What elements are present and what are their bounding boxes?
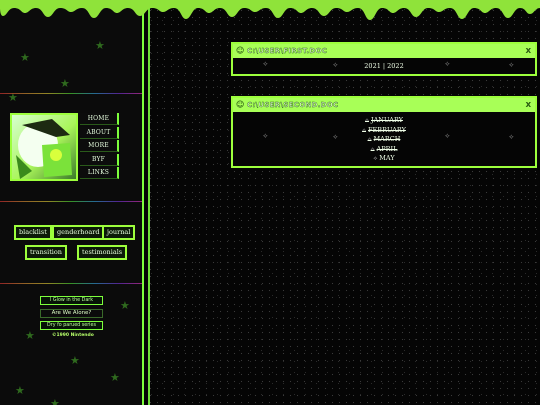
star-decoration: ★ <box>20 51 30 64</box>
star-decoration: ★ <box>25 329 35 342</box>
window-titlebar: ☺ C:\USER\FIRST.DOC X <box>233 44 535 58</box>
transition-button[interactable]: transition <box>25 245 67 260</box>
month-link[interactable]: ⟡ JANUARY <box>233 116 535 126</box>
main-nav: HOME ABOUT MORE BYF LINKS <box>80 113 120 181</box>
nav-about-link[interactable]: ABOUT <box>80 126 119 139</box>
star-decoration: ★ <box>120 299 130 312</box>
sparkle-icon: ⟡ <box>263 132 268 140</box>
slime-drip-decoration <box>0 0 540 20</box>
close-icon[interactable]: X <box>526 44 531 58</box>
genderhoard-button[interactable]: genderhoard <box>52 225 105 240</box>
rainbow-divider <box>0 201 142 202</box>
window-body: ⟡ ⟡ ⟡ ⟡ ⟡ JANUARY ⟡ FEBRUARY ⟡ MARCH ⟡ APRIL… <box>233 112 535 166</box>
nav-more-link[interactable]: MORE <box>80 140 119 152</box>
sparkle-icon: ⟡ <box>333 61 338 69</box>
second-doc-window: ☺ C:\USER\SECOND.DOC X ⟡ ⟡ ⟡ ⟡ ⟡ JANUARY … <box>231 96 537 168</box>
year-links[interactable]: 2021 | 2022 <box>233 58 535 74</box>
month-label: FEBRUARY <box>368 125 406 134</box>
are-we-alone-badge[interactable]: Are We Alone? <box>40 309 103 318</box>
sparkle-icon: ⟡ <box>509 61 514 69</box>
star-decoration: ★ <box>95 39 105 52</box>
nav-home-link[interactable]: HOME <box>80 113 119 125</box>
sparkle-icon: ⟡ <box>373 155 378 162</box>
nintendo-copyright: ©1990 Nintendo <box>52 333 94 338</box>
sparkle-icon: ⟡ <box>370 145 375 153</box>
left-sidebar: ★ ★ ★ ★ ★ ★ ★ ★ ★ ★ HOME ABOUT MORE BYF … <box>0 0 144 405</box>
month-link[interactable]: ⟡ MARCH <box>233 135 535 145</box>
month-link[interactable]: ⟡ FEBRUARY <box>233 126 535 136</box>
first-doc-window: ☺ C:\USER\FIRST.DOC X ⟡ ⟡ ⟡ ⟡ 2021 | 202… <box>231 42 537 76</box>
glow-in-dark-badge[interactable]: I Glow in the Dark <box>40 296 103 305</box>
window-titlebar: ☺ C:\USER\SECOND.DOC X <box>233 98 535 112</box>
sparkle-icon: ⟡ <box>445 60 450 68</box>
sparkle-icon: ⟡ <box>333 133 338 141</box>
sparkle-icon: ⟡ <box>445 132 450 140</box>
month-label: MARCH <box>373 135 401 143</box>
sparkle-icon: ⟡ <box>263 60 268 68</box>
month-label: JANUARY <box>371 116 403 124</box>
close-icon[interactable]: X <box>526 98 531 112</box>
sparkle-icon: ⟡ <box>362 126 367 134</box>
profile-avatar <box>10 113 78 181</box>
star-decoration: ★ <box>50 397 60 405</box>
window-title: C:\USER\FIRST.DOC <box>247 47 328 55</box>
testimonials-button[interactable]: testimonials <box>77 245 128 260</box>
star-decoration: ★ <box>110 371 120 384</box>
star-decoration: ★ <box>70 354 80 367</box>
month-label: MAY <box>379 154 395 162</box>
blacklist-button[interactable]: blacklist <box>14 225 52 240</box>
star-decoration: ★ <box>15 384 25 397</box>
folder-icon: ☺ <box>236 46 245 55</box>
folder-icon: ☺ <box>236 100 245 109</box>
nav-byf-link[interactable]: BYF <box>80 153 119 166</box>
month-link[interactable]: ⟡ MAY <box>233 154 535 164</box>
content-divider <box>148 0 150 405</box>
journal-button[interactable]: journal <box>102 225 136 240</box>
sparkle-icon: ⟡ <box>365 117 369 124</box>
nav-links-link[interactable]: LINKS <box>80 167 119 179</box>
month-label: APRIL <box>376 144 398 153</box>
sparkle-icon: ⟡ <box>367 136 372 143</box>
window-title: C:\USER\SECOND.DOC <box>247 101 339 109</box>
rainbow-divider <box>0 283 142 284</box>
month-link[interactable]: ⟡ APRIL <box>233 145 535 155</box>
parued-series-badge[interactable]: Dry fo parued series <box>40 321 103 330</box>
star-decoration: ★ <box>60 77 70 90</box>
sparkle-icon: ⟡ <box>509 133 514 141</box>
rainbow-divider <box>0 93 142 94</box>
window-body: ⟡ ⟡ ⟡ ⟡ 2021 | 2022 <box>233 58 535 74</box>
